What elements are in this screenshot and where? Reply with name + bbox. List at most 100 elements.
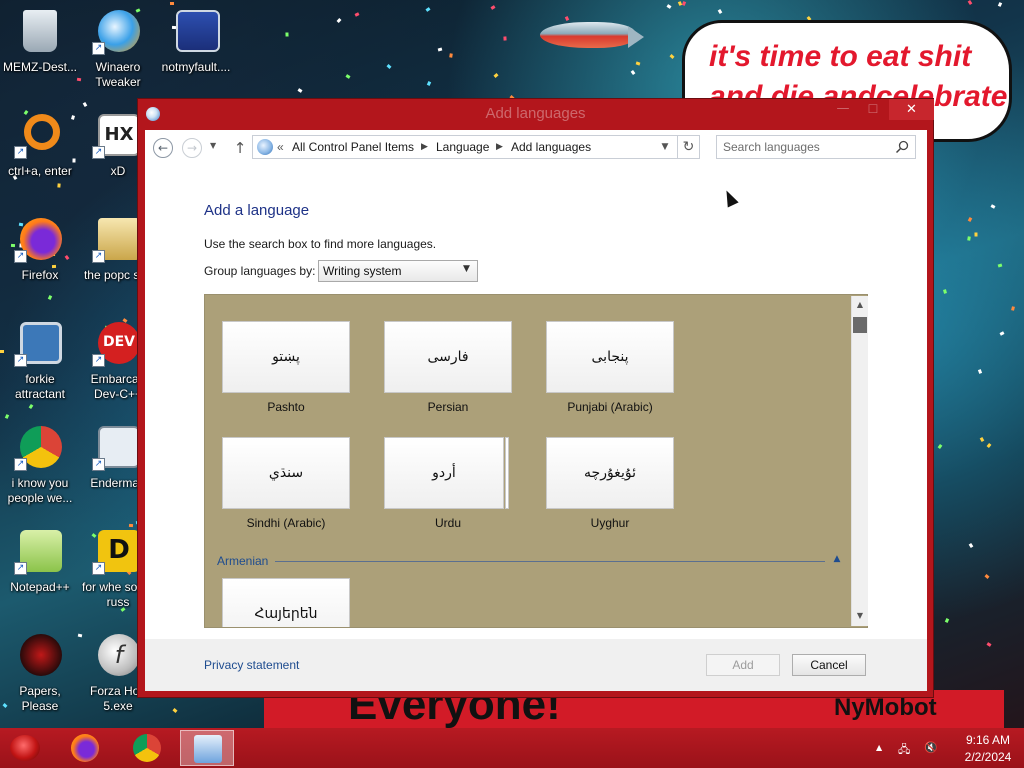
breadcrumb-all-control-panel-items[interactable]: All Control Panel Items xyxy=(292,136,414,158)
taskbar-app-firefox[interactable] xyxy=(58,730,112,766)
language-tile-pashto[interactable]: پښتو xyxy=(222,321,350,393)
desktop-icon-forkie[interactable]: ↗ forkie attractant xyxy=(0,316,80,412)
desktop-icon-firefox[interactable]: ↗ Firefox xyxy=(0,212,80,308)
desktop-icon-notepadpp[interactable]: ↗ Notepad++ xyxy=(0,524,80,620)
confetti-piece xyxy=(386,64,392,69)
confetti-piece xyxy=(336,18,342,23)
language-name: Persian xyxy=(427,400,469,414)
chevron-down-icon: ▼ xyxy=(463,264,470,274)
clock-date[interactable]: 2/2/2024 xyxy=(958,750,1018,764)
address-dropdown-icon[interactable]: ▼ xyxy=(657,136,673,158)
shortcut-arrow-icon: ↗ xyxy=(92,458,105,471)
confetti-piece xyxy=(630,70,636,75)
scroll-up-button[interactable]: ▲ xyxy=(852,298,868,312)
breadcrumb-separator-icon[interactable]: ▶ xyxy=(496,136,503,158)
confetti-piece xyxy=(564,16,570,21)
language-tile-persian[interactable]: فارسی xyxy=(384,321,512,393)
desktop-icon-winaero[interactable]: ↗ Winaero Tweaker xyxy=(78,4,158,100)
confetti-piece xyxy=(493,73,499,78)
language-tile-armenian[interactable]: Հայերեն xyxy=(222,578,350,627)
forward-button[interactable]: → xyxy=(182,138,202,158)
fish-tail-image xyxy=(628,26,644,48)
refresh-button[interactable]: ↻ xyxy=(678,135,700,159)
desktop-icon-ctrl-a-enter[interactable]: ↗ ctrl+a, enter xyxy=(0,108,80,204)
close-button[interactable]: ✕ xyxy=(889,99,934,120)
breadcrumb-language[interactable]: Language xyxy=(436,136,489,158)
cancel-button[interactable]: Cancel xyxy=(792,654,866,676)
confetti-piece xyxy=(669,54,675,59)
confetti-piece xyxy=(172,708,178,713)
language-name: Sindhi (Arabic) xyxy=(246,516,326,530)
clock-time[interactable]: 9:16 AM xyxy=(958,733,1018,747)
address-overflow-chevron[interactable]: « xyxy=(277,136,284,158)
minimize-button[interactable]: — xyxy=(828,99,858,121)
confetti-piece xyxy=(297,88,303,93)
shortcut-arrow-icon: ↗ xyxy=(92,354,105,367)
breadcrumb-add-languages[interactable]: Add languages xyxy=(511,136,591,158)
recent-locations-button[interactable]: ▼ xyxy=(210,141,220,155)
desktop-icon-memz[interactable]: MEMZ-Dest... xyxy=(0,4,80,100)
confetti-piece xyxy=(449,53,453,58)
language-name: Uyghur xyxy=(590,516,630,530)
confetti-piece xyxy=(677,1,683,6)
address-bar[interactable]: « All Control Panel Items ▶ Language ▶ A… xyxy=(252,135,678,159)
window-client-area: ← → ▼ ↑ « All Control Panel Items ▶ Lang… xyxy=(145,130,927,691)
breadcrumb-separator-icon[interactable]: ▶ xyxy=(421,136,428,158)
confetti-piece xyxy=(490,5,496,10)
language-name: Punjabi (Arabic) xyxy=(567,400,653,414)
language-name: Pashto xyxy=(267,400,305,414)
ring-icon xyxy=(24,114,60,150)
desktop-icon-label: i know you people we... xyxy=(7,476,73,505)
start-button[interactable] xyxy=(10,735,40,761)
scroll-down-button[interactable]: ▼ xyxy=(852,609,868,623)
collapse-group-icon[interactable]: ▲ xyxy=(831,553,843,565)
privacy-statement-link[interactable]: Privacy statement xyxy=(204,658,299,672)
network-icon[interactable]: 🖧 xyxy=(898,741,910,760)
confetti-piece xyxy=(986,642,992,647)
back-button[interactable]: ← xyxy=(153,138,173,158)
desktop-icon-label: notmyfault.... xyxy=(161,60,231,74)
flash-icon: f xyxy=(98,634,140,676)
add-languages-window: Add languages — ☐ ✕ ← → ▼ ↑ « All Contro… xyxy=(137,98,934,698)
notmyfault-icon xyxy=(176,10,220,52)
taskbar-app-control-panel[interactable] xyxy=(180,730,234,766)
chrome-icon xyxy=(133,734,161,762)
language-tile-urdu[interactable]: أردو xyxy=(384,437,504,509)
add-button[interactable]: Add xyxy=(706,654,780,676)
confetti-piece xyxy=(968,543,974,548)
scrollbar-thumb[interactable] xyxy=(853,317,867,333)
group-by-select[interactable]: Writing system ▼ xyxy=(318,260,478,282)
search-icon[interactable] xyxy=(895,140,909,154)
search-box[interactable] xyxy=(716,135,916,159)
desktop-icon-chrome[interactable]: ↗ i know you people we... xyxy=(0,420,80,516)
confetti-piece xyxy=(681,1,687,6)
confetti-piece xyxy=(997,2,1003,7)
language-list-scrollbar[interactable]: ▲ ▼ xyxy=(851,296,868,626)
papers-please-icon xyxy=(20,634,62,676)
language-tile-uyghur[interactable]: ئۇيغۇرچە xyxy=(546,437,674,509)
desktop-icon-notmyfault[interactable]: notmyfault.... xyxy=(156,4,236,100)
group-header-divider xyxy=(275,561,825,562)
up-button[interactable]: ↑ xyxy=(232,138,248,158)
taskbar-app-chrome[interactable] xyxy=(120,730,174,766)
show-hidden-icons-chevron[interactable]: ▲ xyxy=(876,743,882,752)
shortcut-arrow-icon: ↗ xyxy=(14,250,27,263)
search-input[interactable] xyxy=(721,138,891,156)
desktop-icon-papers-please[interactable]: Papers, Please xyxy=(0,628,80,724)
desktop-icon-label: ctrl+a, enter xyxy=(8,164,72,178)
volume-muted-icon[interactable]: 🔇 xyxy=(924,741,938,754)
maximize-button[interactable]: ☐ xyxy=(858,99,888,121)
language-tile-punjabi-arabic[interactable]: پنجابی xyxy=(546,321,674,393)
taskbar: ▲ 🖧 🔇 9:16 AM 2/2/2024 xyxy=(0,728,1024,768)
shortcut-arrow-icon: ↗ xyxy=(14,354,27,367)
confetti-piece xyxy=(974,232,978,237)
firefox-icon xyxy=(71,734,99,762)
group-header-armenian[interactable]: Armenian xyxy=(217,554,268,568)
language-tile-sindhi-arabic[interactable]: سنڌي xyxy=(222,437,350,509)
language-tile-script: ئۇيغۇرچە xyxy=(584,465,636,481)
confetti-piece xyxy=(425,7,431,12)
language-tile-script: سنڌي xyxy=(268,465,304,481)
language-list-panel: پښتو Pashto فارسی Persian پنجابی Punjabi… xyxy=(204,294,868,628)
language-tile-script: پنجابی xyxy=(591,349,629,365)
recycle-bin-icon xyxy=(23,10,57,52)
